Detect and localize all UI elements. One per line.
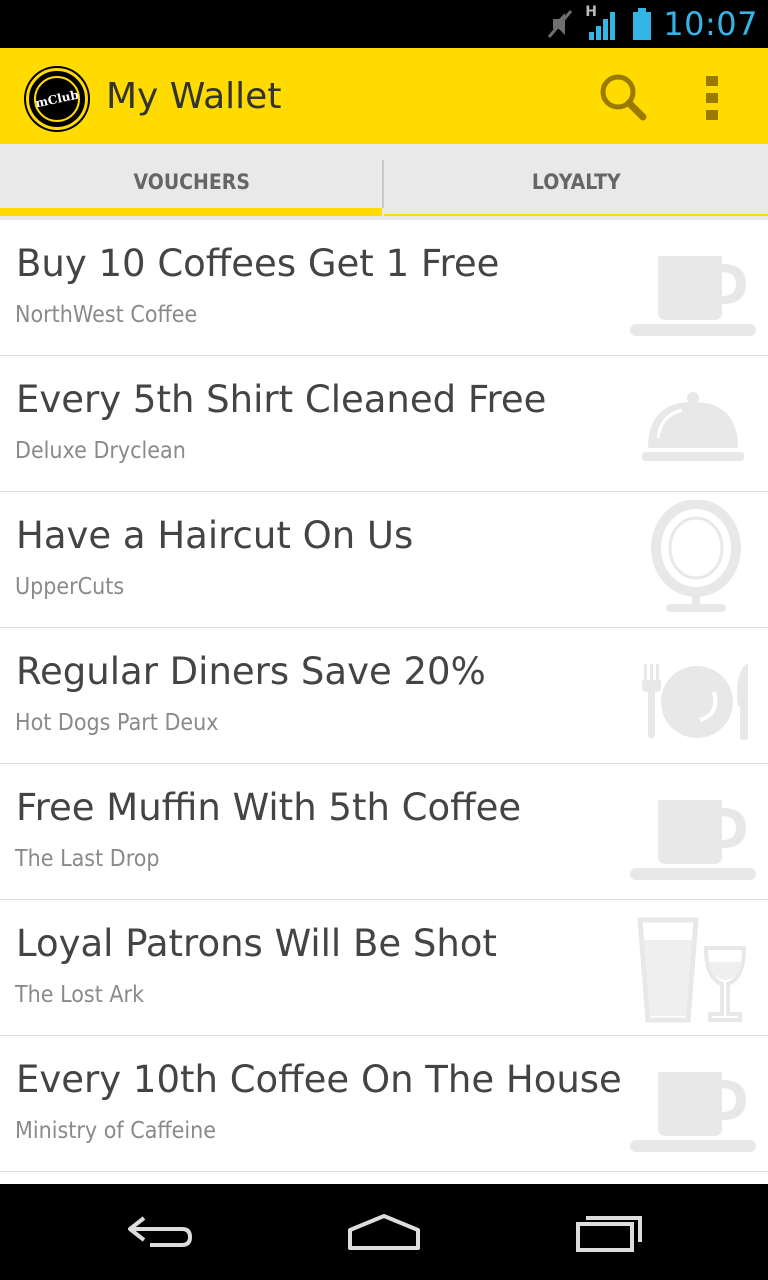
tab-loyalty[interactable]: LOYALTY: [384, 144, 768, 220]
voucher-title: Have a Haircut On Us: [16, 514, 414, 557]
voucher-title: Buy 10 Coffees Get 1 Free: [16, 242, 500, 285]
home-button[interactable]: [334, 1202, 434, 1262]
battery-icon: [633, 8, 652, 40]
overflow-menu-icon: [706, 76, 718, 120]
back-button[interactable]: [110, 1202, 210, 1262]
voucher-merchant: Ministry of Caffeine: [15, 1118, 217, 1144]
voucher-title: Regular Diners Save 20%: [16, 650, 486, 693]
signal-icon: H: [585, 4, 621, 42]
voucher-merchant: NorthWest Coffee: [15, 302, 198, 328]
plate-cutlery-icon: [642, 664, 748, 740]
list-item[interactable]: Free Muffin With 5th Coffee The Last Dro…: [0, 764, 768, 900]
list-item[interactable]: Loyal Patrons Will Be Shot The Lost Ark: [0, 900, 768, 1036]
drinks-icon: [637, 917, 747, 1023]
coffee-cup-icon: [630, 800, 756, 880]
voucher-title: Loyal Patrons Will Be Shot: [16, 922, 497, 965]
coffee-cup-icon: [630, 1072, 756, 1152]
list-item[interactable]: Regular Diners Save 20% Hot Dogs Part De…: [0, 628, 768, 764]
tab-label: LOYALTY: [531, 170, 621, 194]
list-item[interactable]: Buy 10 Coffees Get 1 Free NorthWest Coff…: [0, 220, 768, 356]
voucher-merchant: Hot Dogs Part Deux: [15, 710, 219, 736]
status-bar: H 10:07: [0, 0, 768, 48]
voucher-merchant: The Lost Ark: [15, 982, 145, 1008]
app-logo[interactable]: mClub: [26, 68, 88, 130]
page-title: My Wallet: [106, 76, 282, 117]
overflow-menu-button[interactable]: [690, 70, 734, 126]
list-item[interactable]: Every 5th Shirt Cleaned Free Deluxe Dryc…: [0, 356, 768, 492]
search-icon: [600, 74, 647, 121]
back-icon: [128, 1216, 193, 1247]
coffee-cup-icon: [630, 256, 756, 336]
tab-label: VOUCHERS: [133, 170, 251, 194]
voucher-merchant: Deluxe Dryclean: [15, 438, 186, 464]
voucher-title: Every 5th Shirt Cleaned Free: [16, 378, 547, 421]
voucher-list[interactable]: Buy 10 Coffees Get 1 Free NorthWest Coff…: [0, 220, 768, 1184]
recent-apps-button[interactable]: [560, 1202, 660, 1262]
search-button[interactable]: [596, 72, 652, 124]
list-item[interactable]: Have a Haircut On Us UpperCuts: [0, 492, 768, 628]
recent-apps-icon: [576, 1216, 642, 1252]
mirror-icon: [651, 500, 741, 612]
home-icon: [348, 1214, 420, 1250]
voucher-title: Every 10th Coffee On The House: [16, 1058, 622, 1101]
voucher-merchant: UpperCuts: [15, 574, 125, 600]
voucher-title: Free Muffin With 5th Coffee: [16, 786, 522, 829]
clock: 10:07: [663, 5, 758, 43]
action-bar: mClub My Wallet: [0, 48, 768, 144]
voucher-merchant: The Last Drop: [15, 846, 160, 872]
tab-bar: VOUCHERS LOYALTY: [0, 144, 768, 220]
navigation-bar: [0, 1184, 768, 1280]
cloche-icon: [642, 392, 744, 461]
muted-icon: [548, 10, 573, 38]
tab-vouchers[interactable]: VOUCHERS: [0, 144, 384, 220]
tab-divider: [382, 160, 384, 208]
list-item[interactable]: Every 10th Coffee On The House Ministry …: [0, 1036, 768, 1172]
